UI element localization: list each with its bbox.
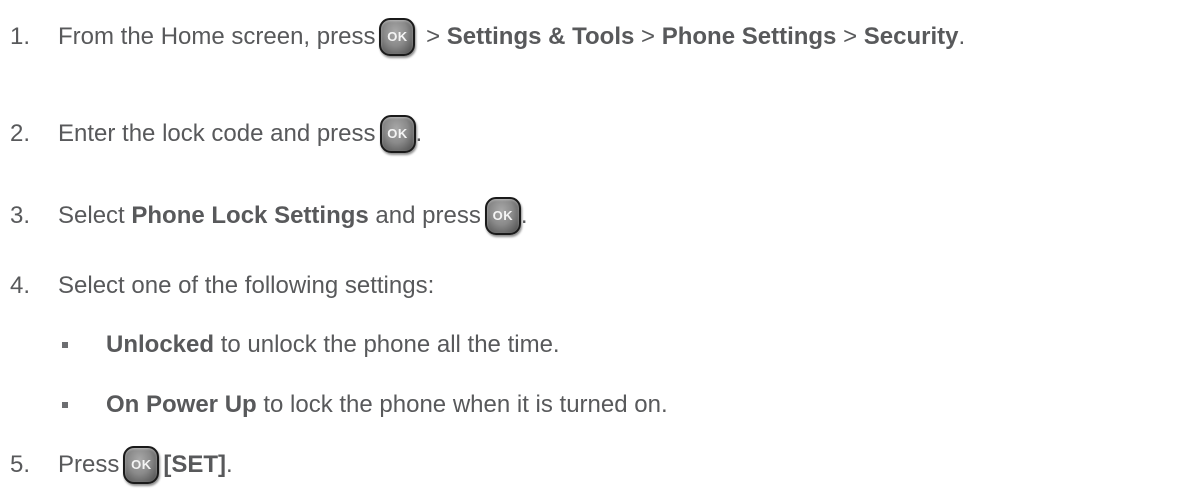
option-label: Unlocked	[106, 331, 215, 358]
separator: >	[634, 23, 662, 50]
step-number: 4.	[10, 272, 31, 299]
punctuation: .	[958, 23, 966, 50]
ok-key-icon: OK	[379, 18, 416, 56]
menu-security: Security	[863, 23, 959, 50]
step-text: and press	[368, 202, 481, 229]
punctuation: .	[415, 120, 423, 147]
step-number: 3.	[10, 202, 31, 229]
ok-key-icon: OK	[379, 115, 416, 153]
step-2: 2. Enter the lock code and press OK .	[10, 114, 422, 154]
step-number: 1.	[10, 23, 31, 50]
ok-key-icon: OK	[123, 446, 160, 484]
step-text: Select one of the following settings:	[58, 272, 435, 299]
menu-phone-settings: Phone Settings	[661, 23, 837, 50]
option-on-power-up: On Power Up to lock the phone when it is…	[58, 385, 668, 425]
instruction-document: 1. From the Home screen, press OK > Sett…	[0, 0, 1177, 504]
separator: >	[419, 23, 447, 50]
punctuation: .	[520, 202, 528, 229]
step-5: 5. Press OK [SET] .	[10, 445, 233, 485]
option-unlocked: Unlocked to unlock the phone all the tim…	[58, 325, 560, 365]
option-description: to lock the phone when it is turned on.	[256, 391, 668, 418]
menu-settings-tools: Settings & Tools	[446, 23, 635, 50]
step-text: Enter the lock code and press	[58, 120, 376, 147]
option-label: On Power Up	[106, 391, 257, 418]
separator: >	[836, 23, 864, 50]
bullet-icon	[58, 325, 106, 365]
step-text: Press	[58, 451, 120, 478]
step-text: From the Home screen, press	[58, 23, 376, 50]
step-text: Select	[58, 202, 132, 229]
option-description: to unlock the phone all the time.	[214, 331, 560, 358]
ok-key-icon: OK	[484, 197, 521, 235]
step-4: 4. Select one of the following settings:	[10, 266, 434, 306]
menu-phone-lock-settings: Phone Lock Settings	[131, 202, 369, 229]
step-3: 3. Select Phone Lock Settings and press …	[10, 196, 528, 236]
step-number: 5.	[10, 451, 31, 478]
softkey-set: [SET]	[163, 451, 227, 478]
step-1: 1. From the Home screen, press OK > Sett…	[10, 17, 965, 57]
punctuation: .	[226, 451, 233, 478]
step-number: 2.	[10, 120, 31, 147]
bullet-icon	[58, 385, 106, 425]
